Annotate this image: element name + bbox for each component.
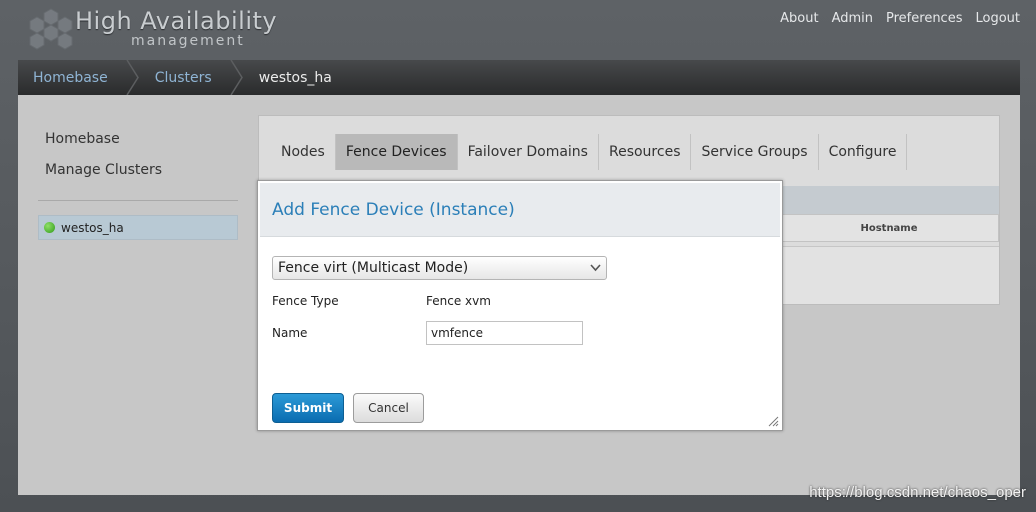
breadcrumb-clusters[interactable]: Clusters <box>140 60 244 95</box>
about-link[interactable]: About <box>780 11 818 26</box>
dialog-header: Add Fence Device (Instance) <box>260 183 780 237</box>
top-nav: About Admin Preferences Logout <box>780 11 1020 26</box>
submit-button[interactable]: Submit <box>272 393 344 423</box>
cluster-name: westos_ha <box>61 220 124 235</box>
sidebar-nav: Homebase Manage Clusters <box>45 131 162 193</box>
tab-failover-domains[interactable]: Failover Domains <box>458 134 599 170</box>
logout-link[interactable]: Logout <box>975 11 1020 26</box>
fence-device-selected-value: Fence virt (Multicast Mode) <box>278 260 469 276</box>
sidebar-item-cluster[interactable]: westos_ha <box>38 215 238 240</box>
tab-service-groups[interactable]: Service Groups <box>691 134 819 170</box>
resize-handle-icon[interactable] <box>767 415 779 427</box>
cancel-button[interactable]: Cancel <box>353 393 424 423</box>
fence-type-value: Fence xvm <box>426 294 491 308</box>
name-input[interactable] <box>426 321 583 345</box>
chevron-down-icon <box>590 264 601 272</box>
breadcrumb-separator-icon <box>230 60 243 95</box>
status-ok-icon <box>44 222 55 233</box>
admin-link[interactable]: Admin <box>832 11 873 26</box>
fence-type-label: Fence Type <box>272 294 339 308</box>
tab-configure[interactable]: Configure <box>819 134 908 170</box>
watermark-text: https://blog.csdn.net/chaos_oper <box>809 484 1026 501</box>
column-header-hostname[interactable]: Hostname <box>779 214 999 242</box>
tab-bar: Nodes Fence Devices Failover Domains Res… <box>271 134 908 170</box>
breadcrumb-homebase-label: Homebase <box>33 69 108 86</box>
add-fence-device-dialog: Add Fence Device (Instance) Fence virt (… <box>257 180 783 431</box>
tab-nodes[interactable]: Nodes <box>271 134 336 170</box>
tab-fence-devices[interactable]: Fence Devices <box>335 134 458 170</box>
breadcrumb-separator-icon <box>126 60 139 95</box>
breadcrumb-current-label: westos_ha <box>258 69 332 86</box>
breadcrumb: Homebase Clusters westos_ha <box>18 60 1020 95</box>
fence-device-select[interactable]: Fence virt (Multicast Mode) <box>272 256 607 280</box>
breadcrumb-homebase[interactable]: Homebase <box>18 60 140 95</box>
sidebar-item-homebase[interactable]: Homebase <box>45 131 162 147</box>
honeycomb-logo-icon <box>29 8 73 50</box>
app-header: High Availability management About Admin… <box>0 0 1036 58</box>
name-label: Name <box>272 326 308 340</box>
brand-title: High Availability <box>75 7 278 35</box>
preferences-link[interactable]: Preferences <box>886 11 962 26</box>
sidebar-item-manage-clusters[interactable]: Manage Clusters <box>45 162 162 178</box>
brand-subtitle: management <box>131 33 245 49</box>
sidebar-divider <box>38 200 238 201</box>
dialog-title: Add Fence Device (Instance) <box>272 199 515 220</box>
breadcrumb-current: westos_ha <box>244 60 332 95</box>
tab-resources[interactable]: Resources <box>599 134 692 170</box>
breadcrumb-clusters-label: Clusters <box>154 69 212 86</box>
